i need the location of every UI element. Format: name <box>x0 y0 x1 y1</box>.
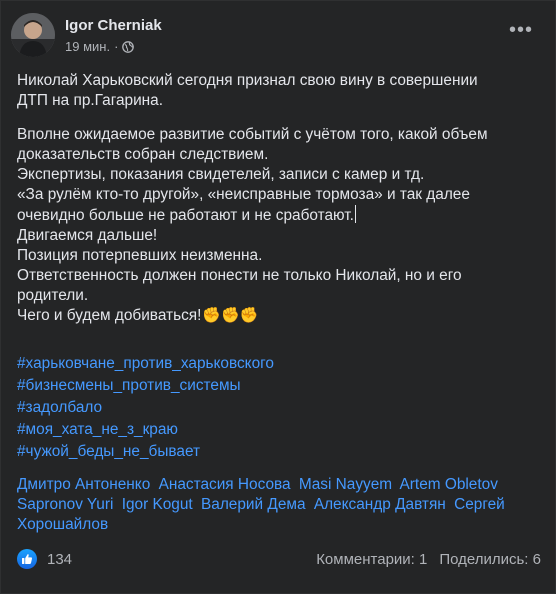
post-line: Вполне ожидаемое развитие событий с учёт… <box>17 126 488 143</box>
post-line: доказательств собран следствием. <box>17 146 269 163</box>
tagged-person-link[interactable]: Александр Давтян <box>314 496 446 513</box>
post-time[interactable]: 19 мин. <box>65 39 110 54</box>
globe-icon[interactable] <box>122 40 135 53</box>
post-line: очевидно больше не работают и не сработа… <box>17 205 541 226</box>
comments-count[interactable]: Комментарии: 1 <box>316 551 427 568</box>
like-count[interactable]: 134 <box>47 551 72 568</box>
post-meta: 19 мин. · <box>65 39 135 54</box>
tagged-person-link[interactable]: Валерий Дема <box>201 496 306 513</box>
post-line: Экспертизы, показания свидетелей, записи… <box>17 166 425 183</box>
tagged-person-link[interactable]: Masi Nayyem <box>299 476 392 493</box>
post-line: Ответственность должен понести не только… <box>17 267 462 284</box>
meta-separator: · <box>114 39 119 54</box>
tagged-people: Дмитро Антоненко Анастасия Носова Masi N… <box>17 475 541 535</box>
hashtag-link[interactable]: #бизнесмены_против_системы <box>17 375 541 397</box>
author-name[interactable]: Igor Cherniak <box>65 17 162 34</box>
post-line: «За рулём кто-то другой», «неисправные т… <box>17 186 470 203</box>
post-footer: 134 Комментарии: 1 Поделились: 6 <box>17 547 541 571</box>
tagged-person-link[interactable]: Sapronov Yuri <box>17 496 113 513</box>
engagement-counts: Комментарии: 1 Поделились: 6 <box>316 551 541 568</box>
hashtag-link[interactable]: #задолбало <box>17 397 541 419</box>
post-line: Николай Харьковский сегодня признал свою… <box>17 72 478 89</box>
hashtag-link[interactable]: #моя_хата_не_з_краю <box>17 419 541 441</box>
tagged-person-link[interactable]: Анастасия Носова <box>159 476 291 493</box>
author-avatar[interactable] <box>11 13 55 57</box>
post-card: Igor Cherniak 19 мин. · ••• Николай Харь… <box>0 0 556 594</box>
post-text: Николай Харьковский сегодня признал свою… <box>17 71 541 340</box>
like-icon[interactable] <box>17 549 37 569</box>
shares-count[interactable]: Поделились: 6 <box>439 551 541 568</box>
post-header: Igor Cherniak 19 мин. · ••• <box>11 13 547 61</box>
text-cursor <box>354 205 356 223</box>
post-line-text: очевидно больше не работают и не сработа… <box>17 207 354 224</box>
tagged-person-link[interactable]: Дмитро Антоненко <box>17 476 150 493</box>
post-line: ДТП на пр.Гагарина. <box>17 92 164 109</box>
post-paragraph: Николай Харьковский сегодня признал свою… <box>17 71 541 111</box>
hashtag-link[interactable]: #чужой_беды_не_бывает <box>17 441 541 463</box>
post-line: Двигаемся дальше! <box>17 227 158 244</box>
post-line: Чего и будем добиваться!✊✊✊ <box>17 306 541 326</box>
fist-emoji-icon: ✊✊✊ <box>202 307 259 324</box>
tagged-person-link[interactable]: Artem Obletov <box>400 476 498 493</box>
post-line: Позиция потерпевших неизменна. <box>17 247 263 264</box>
post-paragraph: Вполне ожидаемое развитие событий с учёт… <box>17 125 541 326</box>
reactions-summary[interactable]: 134 <box>17 549 72 569</box>
post-line: родители. <box>17 287 89 304</box>
hashtag-list: #харьковчане_против_харьковского #бизнес… <box>17 353 541 463</box>
hashtag-link[interactable]: #харьковчане_против_харьковского <box>17 353 541 375</box>
more-options-icon[interactable]: ••• <box>509 20 533 40</box>
tagged-person-link[interactable]: Igor Kogut <box>122 496 193 513</box>
post-line-text: Чего и будем добиваться! <box>17 307 202 324</box>
